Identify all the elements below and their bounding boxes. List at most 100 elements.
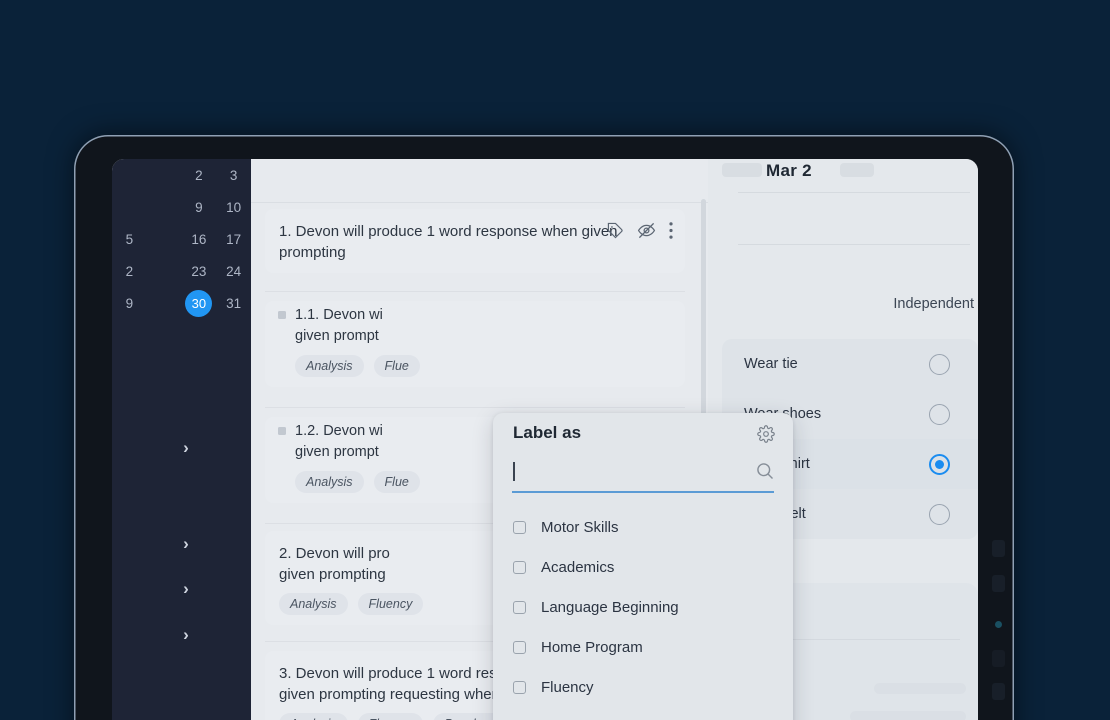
label-search-input[interactable] bbox=[512, 459, 746, 489]
bezel-button-top[interactable] bbox=[992, 540, 1005, 557]
goal-divider bbox=[265, 407, 685, 408]
tag-chip[interactable]: Analysis bbox=[279, 713, 348, 720]
column-header-independent: Independent bbox=[893, 296, 974, 312]
goal-row-actions bbox=[607, 221, 673, 240]
calendar-day[interactable] bbox=[147, 231, 182, 248]
calendar-grid: 2 3 9 10 5 16 17 2 23 24 9 30 31 bbox=[112, 167, 251, 317]
search-underline bbox=[512, 491, 774, 493]
calendar-day[interactable]: 24 bbox=[216, 263, 251, 280]
label-option-academics[interactable]: Academics bbox=[493, 547, 793, 587]
chevron-right-icon[interactable]: › bbox=[176, 535, 196, 552]
calendar-day[interactable]: 9 bbox=[182, 199, 217, 216]
bezel-indicator-dot bbox=[995, 621, 1002, 628]
label-options-list: Motor Skills Academics Language Beginnin… bbox=[493, 507, 793, 720]
popup-search-row bbox=[512, 459, 774, 493]
label-as-popup[interactable]: Label as Motor Skills Academics Language… bbox=[493, 413, 793, 720]
tag-chip[interactable]: Fluency bbox=[357, 713, 424, 720]
checkbox-icon[interactable] bbox=[513, 640, 526, 654]
label-option-motor-skills[interactable]: Motor Skills bbox=[493, 507, 793, 547]
calendar-day[interactable] bbox=[147, 295, 182, 312]
sub-item-marker-icon bbox=[278, 427, 286, 435]
goal-text-line1: 2. Devon will pro bbox=[279, 545, 390, 562]
calendar-selected-number: 30 bbox=[185, 290, 213, 317]
calendar-day[interactable]: 16 bbox=[182, 231, 217, 248]
tag-chip[interactable]: Analysis bbox=[295, 471, 364, 493]
label-option-home-program[interactable]: Home Program bbox=[493, 627, 793, 667]
screenshot-stage: 2 3 9 10 5 16 17 2 23 24 9 30 31 › › › ›… bbox=[0, 0, 1110, 720]
calendar-day[interactable]: 3 bbox=[216, 167, 251, 184]
calendar-day[interactable] bbox=[147, 199, 182, 216]
eye-off-icon[interactable] bbox=[637, 221, 656, 240]
label-option-text: Home Program bbox=[541, 638, 643, 656]
checkbox-icon[interactable] bbox=[513, 680, 526, 694]
label-option-parent-program[interactable]: Parent Program bbox=[493, 707, 793, 720]
calendar-day[interactable]: 10 bbox=[216, 199, 251, 216]
calendar-day[interactable]: 17 bbox=[216, 231, 251, 248]
label-option-text: Motor Skills bbox=[541, 518, 619, 536]
calendar-day[interactable]: 9 bbox=[112, 295, 147, 312]
goal-subtext-line2: given prompt bbox=[295, 444, 379, 460]
goal-item-1-1[interactable]: 1.1. Devon wi given prompt Analysis Flue bbox=[265, 301, 685, 387]
calendar-day[interactable] bbox=[147, 263, 182, 280]
calendar-day[interactable] bbox=[112, 199, 147, 216]
popup-title: Label as bbox=[513, 423, 582, 442]
checkbox-icon[interactable] bbox=[513, 520, 526, 534]
panel-rule-second bbox=[738, 244, 970, 245]
goal-subtext-line2: given prompt bbox=[295, 328, 379, 344]
more-vertical-icon[interactable] bbox=[669, 222, 673, 239]
bezel-button-lower[interactable] bbox=[992, 650, 1005, 667]
goal-subtext: 1.1. Devon wi given prompt bbox=[265, 301, 685, 349]
radio-independent-wear-belt[interactable] bbox=[929, 503, 950, 525]
checkbox-icon[interactable] bbox=[513, 600, 526, 614]
bezel-button-bottom[interactable] bbox=[992, 683, 1005, 700]
goal-text: 1. Devon will produce 1 word response wh… bbox=[279, 223, 618, 261]
tag-chip[interactable]: Analysis bbox=[295, 355, 364, 377]
header-placeholder-left bbox=[722, 163, 762, 177]
calendar-day[interactable] bbox=[112, 167, 147, 184]
calendar-day[interactable] bbox=[147, 167, 182, 184]
skills-panel-header: Mar 2 bbox=[708, 159, 978, 181]
chevron-right-icon[interactable]: › bbox=[176, 580, 196, 597]
content-top-toolbar bbox=[251, 159, 708, 203]
label-option-fluency[interactable]: Fluency bbox=[493, 667, 793, 707]
goal-subtext-line1: 1.2. Devon wi bbox=[295, 423, 383, 439]
bezel-button-middle[interactable] bbox=[992, 575, 1005, 592]
text-caret bbox=[513, 462, 515, 481]
chevron-right-icon[interactable]: › bbox=[176, 626, 196, 643]
panel-rule-top bbox=[738, 192, 970, 193]
calendar-day[interactable]: 31 bbox=[216, 295, 251, 312]
tag-icon[interactable] bbox=[607, 222, 624, 239]
radio-independent-wear-shirt[interactable] bbox=[929, 453, 950, 475]
label-option-text: Fluency bbox=[541, 678, 594, 696]
calendar-day[interactable]: 5 bbox=[112, 231, 147, 248]
goal-subtext-line1: 1.1. Devon wi bbox=[295, 307, 383, 323]
chevron-right-icon[interactable]: › bbox=[176, 439, 196, 456]
header-placeholder-right bbox=[840, 163, 874, 177]
skill-label: Wear tie bbox=[744, 356, 798, 372]
calendar-day[interactable]: 23 bbox=[182, 263, 217, 280]
note-placeholder-line bbox=[874, 683, 966, 694]
goal-divider bbox=[265, 291, 685, 292]
search-icon[interactable] bbox=[755, 461, 775, 486]
tablet-screen: 2 3 9 10 5 16 17 2 23 24 9 30 31 › › › ›… bbox=[112, 159, 978, 720]
calendar-day[interactable]: 2 bbox=[112, 263, 147, 280]
skill-row-wear-tie[interactable]: Wear tie bbox=[722, 339, 978, 389]
gear-icon[interactable] bbox=[757, 425, 775, 448]
calendar-day[interactable]: 2 bbox=[182, 167, 217, 184]
goal-item-1[interactable]: 1. Devon will produce 1 word response wh… bbox=[265, 209, 685, 273]
radio-independent-wear-tie[interactable] bbox=[929, 353, 950, 375]
calendar-day-selected[interactable]: 30 bbox=[182, 290, 217, 317]
checkbox-icon[interactable] bbox=[513, 560, 526, 574]
note-placeholder-line bbox=[850, 711, 966, 720]
label-option-language-beginning[interactable]: Language Beginning bbox=[493, 587, 793, 627]
tag-chip[interactable]: Flue bbox=[373, 471, 420, 493]
tablet-device-frame: 2 3 9 10 5 16 17 2 23 24 9 30 31 › › › ›… bbox=[74, 135, 1014, 720]
label-option-text: Academics bbox=[541, 558, 615, 576]
sidebar-calendar-panel: 2 3 9 10 5 16 17 2 23 24 9 30 31 › › › › bbox=[112, 159, 251, 720]
tag-chip[interactable]: Fluency bbox=[357, 593, 424, 615]
tag-chip[interactable]: Flue bbox=[373, 355, 420, 377]
tag-chip[interactable]: Analysis bbox=[279, 593, 348, 615]
radio-independent-wear-shoes[interactable] bbox=[929, 403, 950, 425]
goal-text-line2: given prompting bbox=[279, 566, 386, 583]
panel-date-title: Mar 2 bbox=[766, 161, 812, 180]
